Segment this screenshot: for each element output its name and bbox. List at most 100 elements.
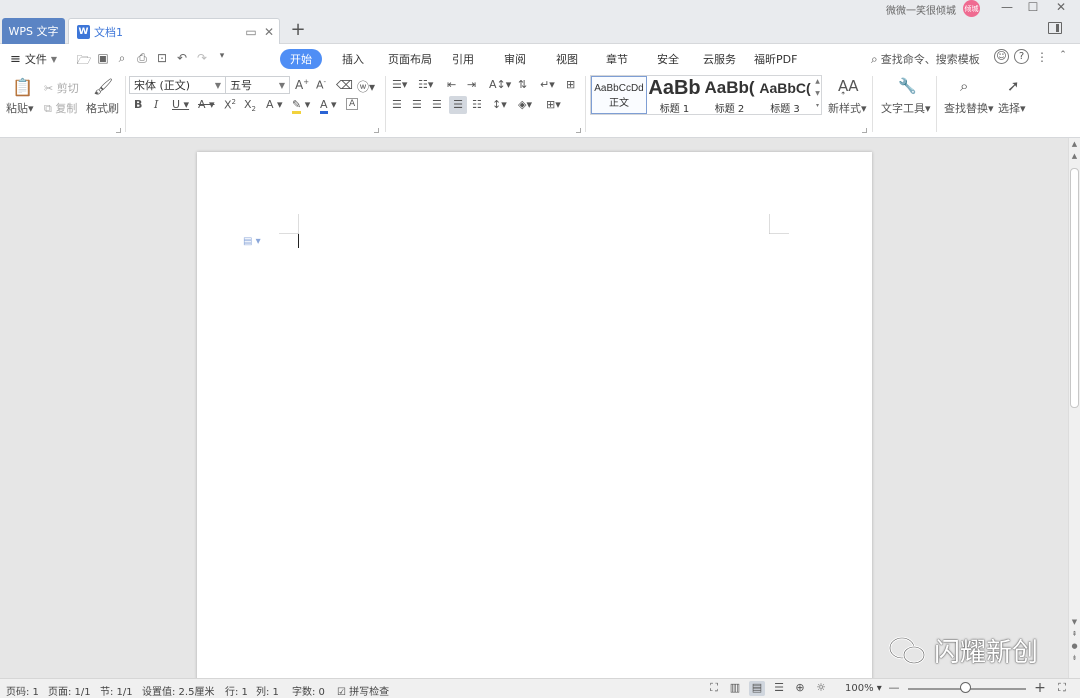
text-direction-button[interactable]: A↕▾ bbox=[489, 78, 511, 91]
wrench-icon[interactable]: 🔧 bbox=[898, 77, 917, 95]
add-tab-button[interactable]: + bbox=[288, 19, 308, 40]
reading-layout-icon[interactable]: ▥ bbox=[727, 681, 743, 696]
next-page-arrow[interactable]: ⇟ bbox=[1069, 654, 1080, 662]
more-options-icon[interactable]: ⋮ bbox=[1034, 50, 1050, 64]
page-view-icon[interactable]: ▤ bbox=[749, 681, 765, 696]
document-workspace[interactable]: ▤ ▾ bbox=[0, 138, 1068, 682]
style-heading-1[interactable]: AaBb 标题 1 bbox=[647, 76, 702, 115]
align-left-button[interactable]: ☰ bbox=[392, 98, 402, 111]
highlight-button[interactable]: ✎ ▾ bbox=[292, 98, 310, 114]
new-style-button[interactable]: 新样式▾ bbox=[828, 100, 867, 116]
style-normal[interactable]: AaBbCcDd 正文 bbox=[591, 76, 647, 114]
help-icon[interactable]: ? bbox=[1014, 49, 1029, 64]
select-browse-object[interactable]: ● bbox=[1069, 642, 1080, 650]
print-icon[interactable]: ⎙ bbox=[134, 51, 150, 66]
document-tab[interactable]: W 文档1 ▭ ✕ bbox=[68, 18, 280, 44]
zoom-level[interactable]: 100% ▾ bbox=[845, 683, 882, 694]
distribute-button[interactable]: ☷ bbox=[472, 98, 482, 111]
tab-references[interactable]: 引用 bbox=[452, 51, 474, 67]
tab-foxit-pdf[interactable]: 福昕PDF bbox=[754, 51, 797, 67]
export-pdf-icon[interactable]: ⊡ bbox=[154, 51, 170, 65]
fullscreen-icon[interactable]: ⛶ bbox=[706, 681, 722, 696]
collapse-ribbon-icon[interactable]: ⌃ bbox=[1055, 50, 1071, 60]
status-position[interactable]: 设置值: 2.5厘米 bbox=[142, 683, 214, 698]
select-button[interactable]: 选择▾ bbox=[998, 100, 1026, 116]
borders-button[interactable]: ⊞▾ bbox=[546, 98, 561, 111]
clear-format-icon[interactable]: ⌫ bbox=[336, 78, 353, 92]
zoom-in-button[interactable]: + bbox=[1032, 680, 1048, 696]
bullets-button[interactable]: ☰▾ bbox=[392, 78, 407, 91]
scroll-up-arrow[interactable]: ▲ bbox=[1069, 152, 1080, 160]
tab-page-layout[interactable]: 页面布局 bbox=[388, 51, 432, 67]
tab-chapter[interactable]: 章节 bbox=[606, 51, 628, 67]
superscript-button[interactable]: X2 bbox=[224, 98, 236, 112]
underline-button[interactable]: U ▾ bbox=[172, 98, 189, 111]
status-section[interactable]: 节: 1/1 bbox=[100, 683, 133, 698]
open-folder-icon[interactable]: 🗁 bbox=[76, 51, 92, 72]
print-preview-icon[interactable]: ⌕ bbox=[114, 51, 130, 66]
strikethrough-button[interactable]: A ▾ bbox=[198, 98, 215, 111]
style-heading-2[interactable]: AaBb( 标题 2 bbox=[702, 76, 757, 115]
font-dialog-launcher[interactable] bbox=[374, 128, 379, 133]
align-center-button[interactable]: ☰ bbox=[412, 98, 422, 111]
pointer-icon[interactable]: ➚ bbox=[1007, 77, 1020, 95]
subscript-button[interactable]: X2 bbox=[244, 98, 256, 113]
format-painter-button[interactable]: 格式刷 bbox=[86, 100, 119, 116]
scroll-down-arrow[interactable]: ▼ bbox=[1069, 618, 1080, 626]
status-row[interactable]: 行: 1 bbox=[225, 683, 248, 698]
document-page[interactable]: ▤ ▾ bbox=[197, 152, 872, 682]
redo-icon[interactable]: ↷ bbox=[194, 51, 210, 65]
fit-page-icon[interactable]: ⛶ bbox=[1054, 681, 1070, 696]
styles-dialog-launcher[interactable] bbox=[862, 128, 867, 133]
paste-icon[interactable]: 📋 bbox=[12, 78, 33, 98]
shrink-font-icon[interactable]: A- bbox=[316, 78, 326, 92]
status-column[interactable]: 列: 1 bbox=[256, 683, 279, 698]
tab-cloud-service[interactable]: 云服务 bbox=[703, 51, 736, 67]
close-tab-icon[interactable]: ✕ bbox=[261, 25, 277, 39]
file-menu[interactable]: ≡ 文件 ▼ bbox=[10, 51, 57, 67]
command-search[interactable]: ⌕ 查找命令、搜索模板 bbox=[871, 51, 980, 67]
show-marks-button[interactable]: ↵▾ bbox=[540, 78, 555, 91]
app-tab-wps[interactable]: WPS 文字 bbox=[2, 18, 65, 44]
format-painter-icon[interactable]: 🖌 bbox=[93, 77, 113, 96]
status-pages[interactable]: 页面: 1/1 bbox=[48, 683, 91, 698]
status-word-count[interactable]: 字数: 0 bbox=[292, 683, 325, 698]
decrease-indent-button[interactable]: ⇤ bbox=[447, 78, 456, 91]
text-effect-button[interactable]: A ▾ bbox=[266, 98, 283, 111]
eye-protection-icon[interactable]: ☼ bbox=[813, 681, 829, 696]
sort-button[interactable]: ⇅ bbox=[518, 78, 527, 91]
undo-icon[interactable]: ↶ bbox=[174, 51, 190, 65]
side-panel-toggle-icon[interactable] bbox=[1048, 22, 1062, 34]
table-grid-icon[interactable]: ⊞ bbox=[566, 78, 575, 91]
close-window-button[interactable]: ✕ bbox=[1050, 0, 1072, 16]
customize-toolbar-icon[interactable]: ▾ bbox=[214, 51, 230, 61]
scroll-thumb[interactable] bbox=[1070, 168, 1079, 408]
font-name-select[interactable]: 宋体 (正文) ▼ bbox=[129, 76, 226, 94]
copy-button[interactable]: ⧉ 复制 bbox=[44, 100, 77, 116]
outline-view-icon[interactable]: ☰ bbox=[771, 681, 787, 696]
new-style-icon[interactable]: A͎A bbox=[838, 77, 859, 95]
font-size-select[interactable]: 五号 ▼ bbox=[225, 76, 290, 94]
user-name[interactable]: 微微一笑很倾城 bbox=[886, 2, 956, 17]
shading-button[interactable]: ◈▾ bbox=[518, 98, 532, 111]
spell-check-button[interactable]: ☑ 拼写检查 bbox=[337, 683, 389, 698]
tab-view[interactable]: 视图 bbox=[556, 51, 578, 67]
zoom-out-button[interactable]: — bbox=[886, 681, 902, 696]
line-spacing-button[interactable]: ↕▾ bbox=[492, 98, 507, 111]
increase-indent-button[interactable]: ⇥ bbox=[467, 78, 476, 91]
tab-monitor-icon[interactable]: ▭ bbox=[243, 25, 259, 39]
scroll-up-arrow[interactable]: ▲ bbox=[1069, 140, 1080, 148]
avatar[interactable]: 倾城 bbox=[963, 0, 980, 17]
maximize-button[interactable]: ☐ bbox=[1022, 0, 1044, 16]
paste-button[interactable]: 粘贴▾ bbox=[6, 100, 34, 116]
text-tools-button[interactable]: 文字工具▾ bbox=[881, 100, 931, 116]
clipboard-dialog-launcher[interactable] bbox=[116, 128, 121, 133]
vertical-scrollbar[interactable]: ▲ ▲ ▼ ⇞ ● ⇟ bbox=[1068, 138, 1080, 678]
find-replace-button[interactable]: 查找替换▾ bbox=[944, 100, 994, 116]
magnifier-icon[interactable]: ⌕ bbox=[960, 77, 968, 95]
justify-button[interactable]: ☰ bbox=[449, 96, 467, 114]
tab-home[interactable]: 开始 bbox=[280, 49, 322, 69]
tab-security[interactable]: 安全 bbox=[657, 51, 679, 67]
grow-font-icon[interactable]: A+ bbox=[295, 78, 309, 92]
paragraph-dialog-launcher[interactable] bbox=[576, 128, 581, 133]
